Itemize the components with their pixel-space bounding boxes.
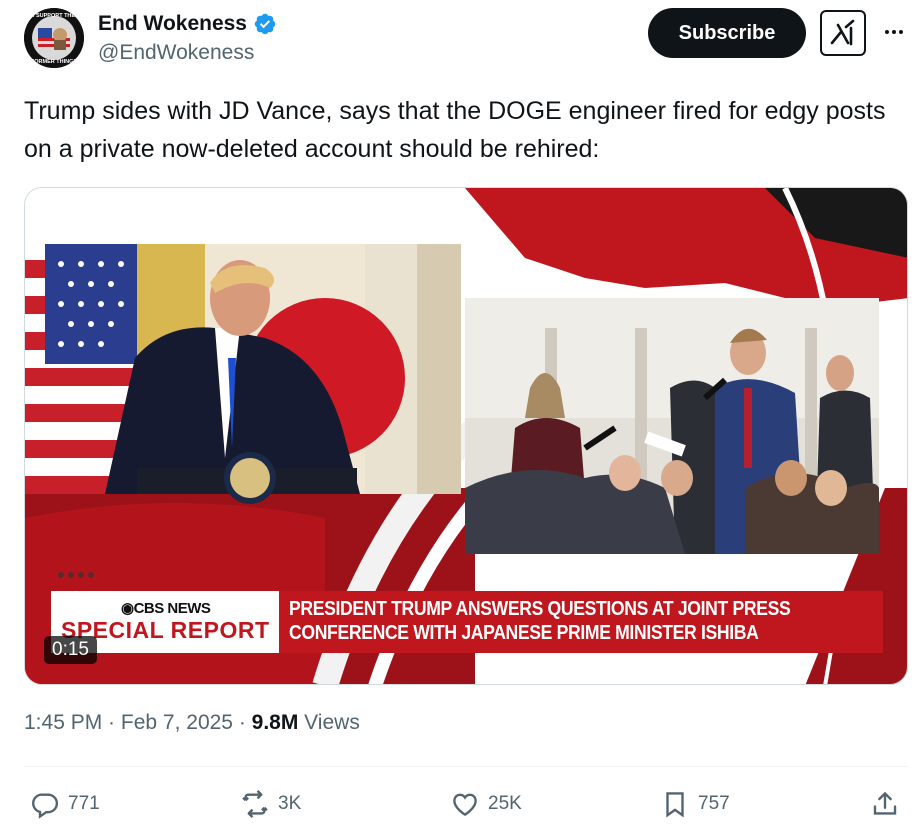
display-name[interactable]: End Wokeness (98, 10, 247, 38)
like-icon (453, 793, 477, 817)
subscribe-button[interactable]: Subscribe (648, 8, 806, 58)
bookmark-icon (666, 792, 684, 818)
divider (24, 766, 908, 767)
headline-text: PRESIDENT TRUMP ANSWERS QUESTIONS AT JOI… (289, 597, 808, 645)
reply-button[interactable]: 771 (30, 784, 100, 824)
video-duration-badge: 0:15 (44, 636, 97, 664)
views-count: 9.8M (251, 711, 299, 734)
share-icon (873, 791, 897, 815)
news-lower-third: PRESIDENT TRUMP ANSWERS QUESTIONS AT JOI… (279, 591, 883, 653)
display-name-row: End Wokeness (98, 10, 277, 38)
reply-icon (32, 793, 59, 819)
cbs-news-logo: ◉CBS NEWS (121, 600, 211, 617)
grok-icon[interactable] (820, 10, 866, 56)
bookmark-count: 757 (698, 793, 730, 814)
more-icon[interactable] (880, 18, 908, 46)
headline-line-2: CONFERENCE WITH JAPANESE PRIME MINISTER … (289, 622, 759, 644)
avatar[interactable]: I SUPPORT THE FORMER THINGS (24, 8, 84, 68)
author-names: End Wokeness @EndWokeness (98, 10, 277, 68)
svg-text:I SUPPORT THE: I SUPPORT THE (33, 13, 76, 19)
video-player[interactable]: ◉CBS NEWS SPECIAL REPORT PRESIDENT TRUMP… (24, 187, 908, 685)
action-bar: 771 3K 25K 757 (24, 784, 908, 824)
repost-count: 3K (278, 793, 302, 814)
meta-separator-2: · (232, 711, 252, 734)
tweet-meta: 1:45 PM · Feb 7, 2025 · 9.8M Views (24, 711, 360, 735)
repost-button[interactable]: 3K (240, 784, 301, 824)
like-button[interactable]: 25K (450, 784, 522, 824)
left-video-panel (25, 244, 461, 504)
headline-line-1: PRESIDENT TRUMP ANSWERS QUESTIONS AT JOI… (289, 598, 791, 620)
right-video-panel (465, 298, 879, 554)
cbs-eye-icon: ◉ (121, 600, 134, 617)
like-count: 25K (488, 793, 522, 814)
share-button[interactable] (870, 784, 900, 824)
tweet-text: Trump sides with JD Vance, says that the… (24, 97, 886, 163)
repost-icon (242, 790, 268, 818)
svg-text:FORMER THINGS: FORMER THINGS (31, 59, 77, 65)
tweet-time[interactable]: 1:45 PM (24, 711, 102, 734)
meta-separator: · (102, 711, 121, 734)
tweet-header: I SUPPORT THE FORMER THINGS End Wokeness… (24, 8, 908, 72)
avatar-image: I SUPPORT THE FORMER THINGS (24, 8, 84, 68)
tweet-date[interactable]: Feb 7, 2025 (121, 711, 233, 734)
views-label: Views (298, 711, 360, 734)
author-handle[interactable]: @EndWokeness (98, 38, 277, 68)
verified-icon (253, 12, 277, 36)
bookmark-button[interactable]: 757 (660, 784, 730, 824)
reply-count: 771 (68, 793, 100, 814)
